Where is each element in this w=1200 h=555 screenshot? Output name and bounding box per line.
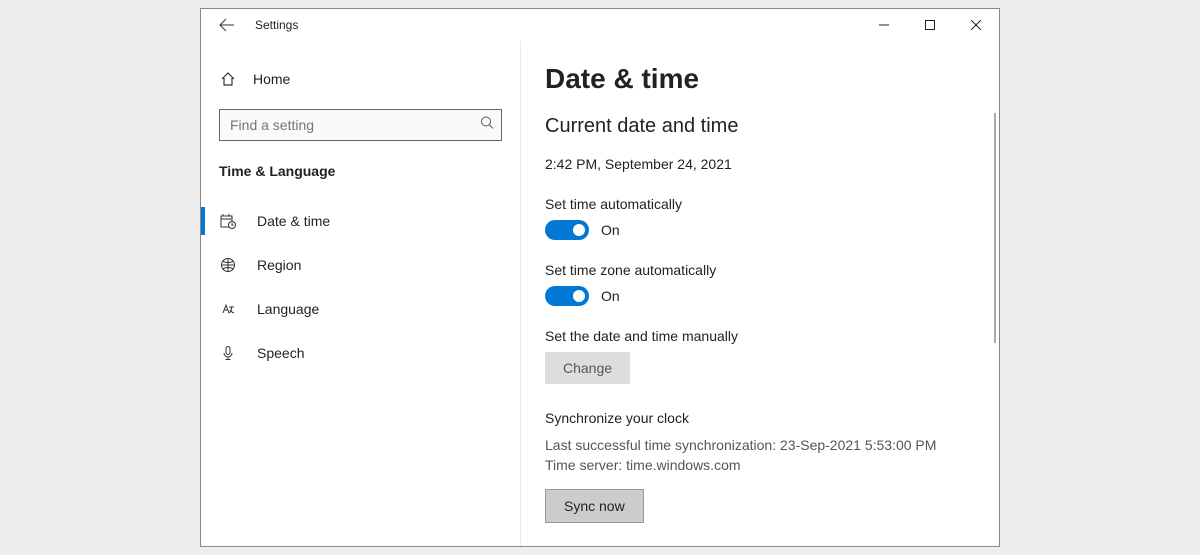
sidebar-item-speech[interactable]: Speech	[201, 331, 520, 375]
maximize-icon	[925, 20, 935, 30]
window-controls	[861, 9, 999, 41]
sync-status-text: Last successful time synchronization: 23…	[545, 436, 971, 475]
search-icon	[480, 116, 494, 135]
sidebar-item-date-time[interactable]: Date & time	[201, 199, 520, 243]
search-input[interactable]	[219, 109, 502, 141]
close-button[interactable]	[953, 9, 999, 41]
maximize-button[interactable]	[907, 9, 953, 41]
home-label: Home	[253, 71, 290, 87]
content-area: Date & time Current date and time 2:42 P…	[521, 41, 999, 546]
sync-server-line: Time server: time.windows.com	[545, 456, 971, 476]
sync-now-button[interactable]: Sync now	[545, 489, 644, 523]
sync-last-line: Last successful time synchronization: 23…	[545, 436, 971, 456]
minimize-button[interactable]	[861, 9, 907, 41]
change-button[interactable]: Change	[545, 352, 630, 384]
home-icon	[219, 71, 237, 87]
set-tz-auto-state: On	[601, 288, 620, 304]
sidebar-item-label: Language	[257, 301, 319, 317]
sidebar-item-region[interactable]: Region	[201, 243, 520, 287]
back-arrow-icon	[219, 17, 235, 33]
minimize-icon	[879, 20, 889, 30]
set-time-auto-toggle[interactable]	[545, 220, 589, 240]
scrollbar[interactable]	[994, 113, 996, 343]
sidebar-section-label: Time & Language	[201, 153, 520, 199]
back-button[interactable]	[211, 9, 243, 41]
language-icon	[219, 301, 237, 317]
set-tz-auto-label: Set time zone automatically	[545, 262, 971, 278]
sidebar-item-label: Date & time	[257, 213, 330, 229]
sidebar-item-label: Region	[257, 257, 301, 273]
sync-title: Synchronize your clock	[545, 410, 971, 426]
section-title-current: Current date and time	[545, 115, 971, 138]
sidebar-item-language[interactable]: Language	[201, 287, 520, 331]
clock-calendar-icon	[219, 213, 237, 229]
set-time-auto-label: Set time automatically	[545, 196, 971, 212]
manual-label: Set the date and time manually	[545, 328, 971, 344]
window-body: Home Time & Language Date & time	[201, 41, 999, 546]
microphone-icon	[219, 345, 237, 361]
set-tz-auto-toggle[interactable]	[545, 286, 589, 306]
page-title: Date & time	[545, 63, 971, 95]
sidebar: Home Time & Language Date & time	[201, 41, 521, 546]
window-title: Settings	[255, 18, 298, 32]
home-nav[interactable]: Home	[201, 59, 520, 99]
globe-icon	[219, 257, 237, 273]
settings-window: Settings Home	[200, 8, 1000, 547]
close-icon	[971, 20, 981, 30]
titlebar: Settings	[201, 9, 999, 41]
search-container	[219, 109, 502, 141]
current-datetime-value: 2:42 PM, September 24, 2021	[545, 156, 971, 172]
sidebar-item-label: Speech	[257, 345, 304, 361]
set-time-auto-state: On	[601, 222, 620, 238]
